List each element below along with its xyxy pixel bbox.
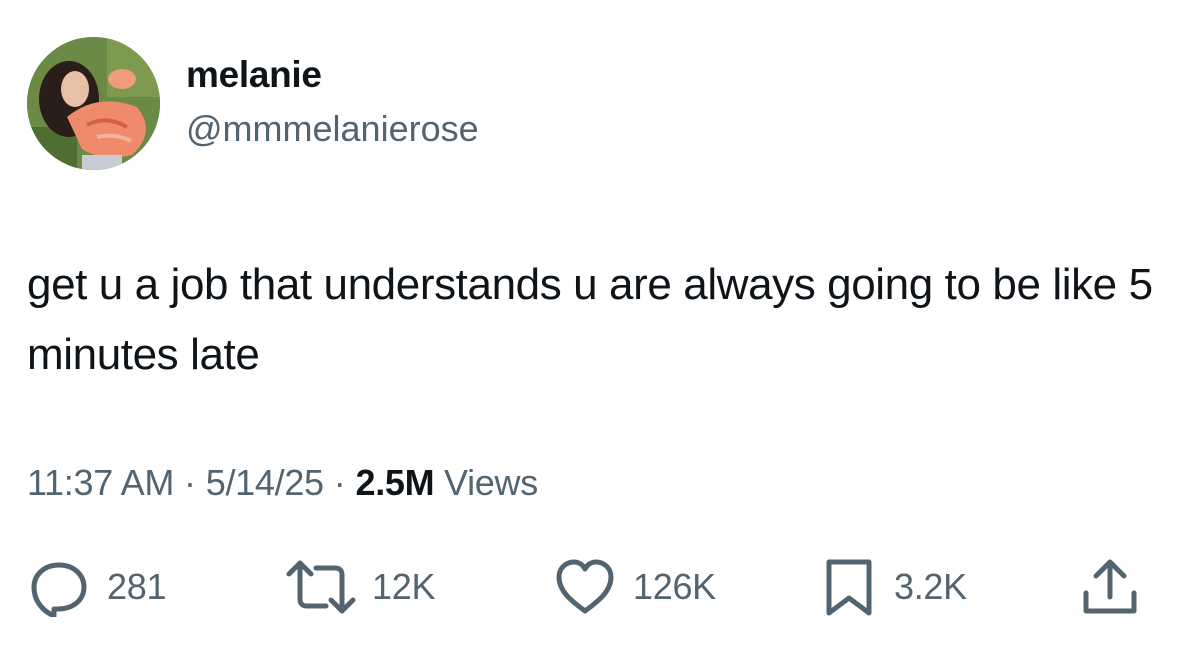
like-count: 126K: [633, 566, 716, 607]
tweet-text: get u a job that understands u are alway…: [27, 260, 1153, 379]
retweet-count: 12K: [372, 566, 436, 607]
bookmark-icon: [826, 559, 872, 616]
tweet-meta: 11:37 AM · 5/14/25 · 2.5M Views: [27, 462, 538, 504]
share-icon: [1083, 559, 1137, 614]
tweet-date[interactable]: 5/14/25: [206, 462, 324, 503]
reply-button[interactable]: 281: [27, 557, 166, 617]
author-name[interactable]: melanie: [186, 54, 322, 96]
bookmark-button[interactable]: 3.2K: [822, 557, 967, 617]
author-handle[interactable]: @mmmelanierose: [186, 108, 479, 150]
tweet-time[interactable]: 11:37 AM: [27, 462, 174, 503]
meta-separator: ·: [184, 462, 196, 503]
action-bar: 281 12K 126K 3.2K: [0, 557, 1179, 617]
reply-count: 281: [107, 566, 167, 607]
avatar[interactable]: [27, 37, 160, 170]
views-label: Views: [444, 462, 538, 503]
meta-separator: ·: [333, 462, 346, 503]
tweet-card: melanie @mmmelanierose get u a job that …: [0, 0, 1179, 651]
like-button[interactable]: 126K: [553, 557, 716, 617]
avatar-image: [27, 37, 160, 170]
heart-icon: [556, 559, 614, 614]
retweet-icon: [286, 560, 356, 614]
retweet-button[interactable]: 12K: [286, 557, 435, 617]
bookmark-count: 3.2K: [894, 566, 967, 607]
share-button[interactable]: [1080, 557, 1140, 617]
reply-icon: [31, 562, 87, 617]
views-count: 2.5M: [355, 462, 435, 503]
